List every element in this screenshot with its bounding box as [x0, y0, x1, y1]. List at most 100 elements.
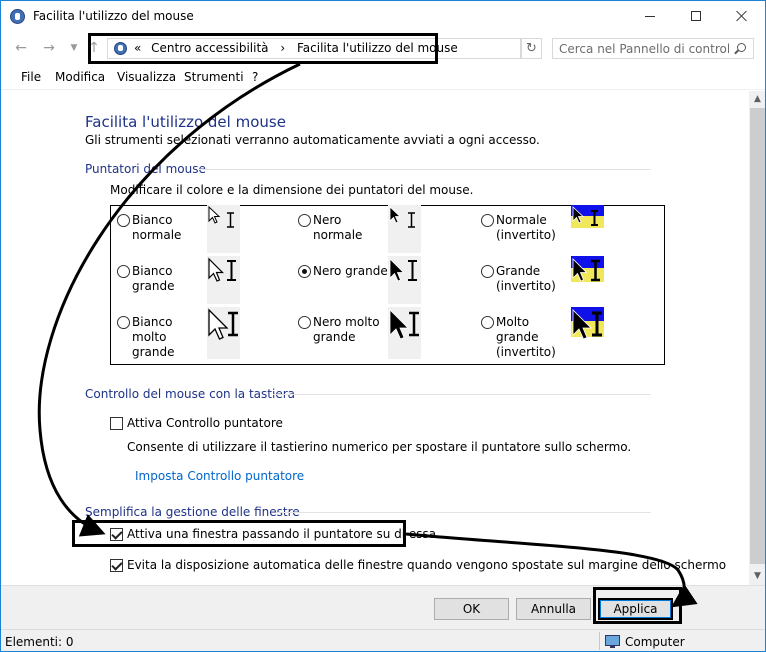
- black-extra-large-pointer-preview-icon: [388, 307, 421, 359]
- page-title: Facilita l'utilizzo del mouse: [85, 113, 286, 131]
- scroll-thumb[interactable]: [750, 108, 765, 564]
- accessibility-icon: [114, 42, 127, 55]
- close-button[interactable]: [719, 1, 765, 31]
- pointer-option-label: Bianco molto grande: [132, 315, 175, 359]
- apply-button[interactable]: Applica: [598, 598, 673, 620]
- pointer-option-inverted-large[interactable]: Grande (invertito): [481, 256, 656, 314]
- scroll-up-icon[interactable]: ▲: [749, 91, 765, 108]
- pointers-section-heading: Puntatori del mouse: [85, 162, 206, 176]
- white-extra-large-pointer-preview-icon: [207, 307, 240, 359]
- radio-button[interactable]: [298, 265, 311, 278]
- section-divider: [276, 512, 651, 513]
- setup-mouse-keys-link[interactable]: Imposta Controllo puntatore: [135, 469, 304, 483]
- pointer-option-white-large[interactable]: Bianco grande: [117, 256, 292, 314]
- search-box[interactable]: [552, 38, 754, 59]
- cancel-button[interactable]: Annulla: [516, 598, 591, 620]
- up-arrow-icon[interactable]: ↑: [87, 38, 101, 58]
- navigation-bar: ← → ▼ ↑ « Centro accessibilità › Facilit…: [1, 33, 765, 63]
- minimize-button[interactable]: [627, 1, 673, 31]
- main-content: Facilita l'utilizzo del mouse Gli strume…: [1, 91, 749, 585]
- pointer-option-inverted-extra-large[interactable]: Molto grande (invertito): [481, 307, 656, 365]
- inverted-extra-large-pointer-preview-icon: [571, 307, 604, 359]
- hover-activate-label[interactable]: Attiva una finestra passando il puntator…: [127, 527, 436, 541]
- pointer-option-inverted-normal[interactable]: Normale (invertito): [481, 205, 656, 263]
- windows-section-heading: Semplifica la gestione delle finestre: [85, 505, 300, 519]
- menu-file[interactable]: File: [21, 70, 41, 84]
- pointer-option-label: Molto grande (invertito): [496, 315, 556, 359]
- pointer-option-black-extra-large[interactable]: Nero molto grande: [298, 307, 473, 365]
- pointer-option-label: Grande (invertito): [496, 264, 556, 293]
- maximize-icon: [691, 11, 701, 21]
- pointer-option-white-extra-large[interactable]: Bianco molto grande: [117, 307, 292, 365]
- scroll-down-icon[interactable]: ▼: [749, 568, 765, 585]
- pointer-option-label: Bianco grande: [132, 264, 175, 293]
- maximize-button[interactable]: [673, 1, 719, 31]
- control-panel-window: Facilita l'utilizzo del mouse ← → ▼ ↑ « …: [0, 0, 766, 652]
- pointer-option-black-large[interactable]: Nero grande: [298, 256, 473, 314]
- dialog-footer: OK Annulla Applica: [1, 585, 765, 629]
- breadcrumb-overflow[interactable]: «: [134, 41, 141, 55]
- breadcrumb-item-accessibility-center[interactable]: Centro accessibilità: [151, 41, 268, 55]
- pointer-scheme-list: Bianco normale Nero normale Normale (invert…: [110, 205, 665, 365]
- window-title: Facilita l'utilizzo del mouse: [33, 9, 194, 23]
- back-arrow-icon[interactable]: ←: [13, 38, 29, 58]
- section-divider: [197, 169, 651, 170]
- pointer-option-white-normal[interactable]: Bianco normale: [117, 205, 292, 263]
- menu-view[interactable]: Visualizza: [117, 70, 176, 84]
- radio-button[interactable]: [117, 214, 130, 227]
- title-bar[interactable]: Facilita l'utilizzo del mouse: [1, 1, 765, 32]
- radio-button[interactable]: [117, 316, 130, 329]
- black-pointer-preview-icon: [388, 205, 421, 253]
- pointer-option-label: Nero molto grande: [313, 315, 380, 344]
- pointer-option-label: Nero grande: [313, 264, 388, 278]
- page-subtitle: Gli strumenti selezionati verranno autom…: [85, 133, 540, 147]
- breadcrumb: « Centro accessibilità › Facilita l'util…: [134, 41, 458, 55]
- black-large-pointer-preview-icon: [388, 256, 421, 304]
- breadcrumb-separator[interactable]: ›: [272, 41, 293, 55]
- search-input[interactable]: [559, 41, 729, 56]
- minimize-icon: [645, 15, 655, 17]
- status-divider: [599, 632, 600, 650]
- mouse-keys-label[interactable]: Attiva Controllo puntatore: [127, 416, 283, 430]
- accessibility-icon: [10, 9, 25, 24]
- breadcrumb-item-current[interactable]: Facilita l'utilizzo del mouse: [297, 41, 458, 55]
- refresh-icon[interactable]: ↻: [521, 38, 542, 59]
- search-icon[interactable]: [737, 43, 746, 52]
- close-icon: [736, 10, 748, 22]
- radio-button[interactable]: [481, 265, 494, 278]
- menu-edit[interactable]: Modifica: [55, 70, 105, 84]
- mouse-keys-checkbox[interactable]: [110, 417, 123, 430]
- menu-help[interactable]: ?: [252, 70, 258, 84]
- prevent-snap-checkbox[interactable]: [110, 559, 123, 572]
- menu-tools[interactable]: Strumenti: [184, 70, 244, 84]
- white-large-pointer-preview-icon: [207, 256, 240, 304]
- section-divider: [273, 394, 651, 395]
- pointers-description: Modificare il colore e la dimensione dei…: [110, 183, 474, 197]
- pointer-option-label: Nero normale: [313, 213, 363, 242]
- pointer-option-label: Bianco normale: [132, 213, 182, 242]
- ok-button[interactable]: OK: [434, 598, 509, 620]
- forward-arrow-icon[interactable]: →: [41, 38, 57, 58]
- location-label: Computer: [625, 635, 685, 649]
- radio-button[interactable]: [298, 214, 311, 227]
- prevent-snap-label[interactable]: Evita la disposizione automatica delle f…: [127, 558, 726, 572]
- radio-button[interactable]: [481, 214, 494, 227]
- vertical-scrollbar[interactable]: ▲ ▼: [749, 91, 765, 585]
- item-count: Elementi: 0: [5, 635, 74, 649]
- recent-locations-chevron-icon[interactable]: ▼: [68, 38, 80, 58]
- inverted-pointer-preview-icon: [571, 205, 604, 253]
- pointer-option-label: Normale (invertito): [496, 213, 556, 242]
- address-bar[interactable]: « Centro accessibilità › Facilita l'util…: [107, 38, 521, 59]
- pointer-option-black-normal[interactable]: Nero normale: [298, 205, 473, 263]
- computer-icon: [605, 635, 620, 648]
- white-pointer-preview-icon: [207, 205, 240, 253]
- radio-button[interactable]: [117, 265, 130, 278]
- inverted-large-pointer-preview-icon: [571, 256, 604, 304]
- menu-bar: File Modifica Visualizza Strumenti ?: [1, 65, 765, 90]
- radio-button[interactable]: [298, 316, 311, 329]
- keyboard-section-heading: Controllo del mouse con la tastiera: [85, 387, 295, 401]
- status-bar: Elementi: 0 Computer: [1, 629, 765, 651]
- hover-activate-checkbox[interactable]: [110, 528, 123, 541]
- radio-button[interactable]: [481, 316, 494, 329]
- mouse-keys-description: Consente di utilizzare il tastierino num…: [127, 440, 632, 454]
